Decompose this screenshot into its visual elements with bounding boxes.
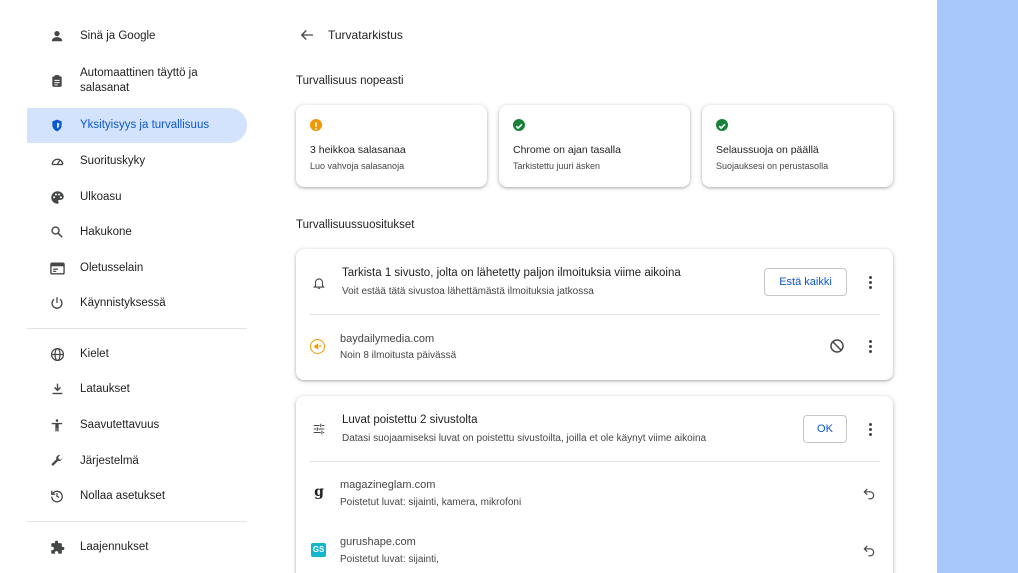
check-circle-icon xyxy=(513,119,525,131)
sidebar-item-autofill-passwords[interactable]: Automaattinen täyttö ja salasanat xyxy=(27,64,247,98)
sidebar-item-label: Sinä ja Google xyxy=(80,29,156,42)
site-detail: Poistetut luvat: sijainti, kamera, mikro… xyxy=(340,497,522,508)
site-detail: Noin 8 ilmoitusta päivässä xyxy=(340,350,457,361)
sidebar-item-label: Nollaa asetukset xyxy=(80,489,166,502)
search-icon xyxy=(49,224,65,240)
card-divider xyxy=(310,314,880,315)
sidebar-divider xyxy=(27,328,247,329)
card-subtitle: Suojauksesi on perustasolla xyxy=(716,161,829,171)
site-name: gurushape.com xyxy=(340,536,416,548)
card-title: Selaussuoja on päällä xyxy=(716,144,819,156)
safe-browsing-card[interactable]: Selaussuoja on päällä Suojauksesi on per… xyxy=(702,105,893,187)
sidebar-item-label: Ulkoasu xyxy=(80,190,122,203)
sidebar-item-label: Kielet xyxy=(80,347,109,360)
back-arrow-icon[interactable] xyxy=(298,26,316,44)
site-favicon: GS xyxy=(311,543,326,557)
power-icon xyxy=(49,295,65,311)
palette-icon xyxy=(49,189,65,205)
notifications-review-card: Tarkista 1 sivusto, jolta on lähetetty p… xyxy=(296,249,893,380)
person-icon xyxy=(49,28,65,44)
sidebar-item-label: Järjestelmä xyxy=(80,454,139,467)
site-name: baydailymedia.com xyxy=(340,333,435,345)
sidebar-item-languages[interactable]: Kielet xyxy=(27,344,247,364)
more-options-icon[interactable] xyxy=(862,274,878,290)
block-icon[interactable] xyxy=(829,338,845,354)
sidebar-item-label: Laajennukset xyxy=(80,540,149,553)
reset-icon xyxy=(49,488,65,504)
sidebar-item-label: Lataukset xyxy=(80,382,130,395)
browser-icon xyxy=(49,260,65,276)
background-panel xyxy=(937,0,1018,573)
site-name: magazineglam.com xyxy=(340,479,436,491)
clipboard-icon xyxy=(49,73,65,89)
sidebar-item-label: Automaattinen täyttö ja salasanat xyxy=(80,67,198,94)
sidebar-item-appearance[interactable]: Ulkoasu xyxy=(27,187,247,207)
more-options-icon[interactable] xyxy=(862,338,878,354)
sidebar-item-label: Yksityisyys ja turvallisuus xyxy=(80,119,210,131)
sidebar-item-label: Suorituskyky xyxy=(80,154,146,167)
sidebar-item-label: Hakukone xyxy=(80,225,132,238)
sidebar-item-system[interactable]: Järjestelmä xyxy=(27,451,247,471)
accessibility-icon xyxy=(49,417,65,433)
bell-icon xyxy=(312,276,326,290)
sidebar-item-you-and-google[interactable]: Sinä ja Google xyxy=(27,26,247,46)
sidebar-item-search-engine[interactable]: Hakukone xyxy=(27,222,247,242)
notifications-review-title: Tarkista 1 sivusto, jolta on lähetetty p… xyxy=(342,267,681,279)
undo-icon[interactable] xyxy=(862,486,878,502)
sidebar-item-label: Saavutettavuus xyxy=(80,418,160,431)
chrome-updated-card[interactable]: Chrome on ajan tasalla Tarkistettu juuri… xyxy=(499,105,690,187)
download-icon xyxy=(49,381,65,397)
card-divider xyxy=(310,461,880,462)
sidebar-divider xyxy=(27,521,247,522)
safety-recommendations-heading: Turvallisuussuositukset xyxy=(296,219,415,231)
ok-button[interactable]: OK xyxy=(803,415,847,443)
card-title: 3 heikkoa salasanaa xyxy=(310,144,406,156)
globe-icon xyxy=(49,346,65,362)
card-subtitle: Luo vahvoja salasanoja xyxy=(310,161,405,171)
sidebar-item-downloads[interactable]: Lataukset xyxy=(27,379,247,399)
revoked-permissions-title: Luvat poistettu 2 sivustolta xyxy=(342,414,478,426)
shield-icon xyxy=(49,118,65,134)
card-subtitle: Tarkistettu juuri äsken xyxy=(513,161,601,171)
revoked-permissions-subtitle: Datasi suojaamiseksi luvat on poistettu … xyxy=(342,433,707,444)
block-all-button[interactable]: Estä kaikki xyxy=(764,268,847,296)
settings-sidebar: Sinä ja Google Automaattinen täyttö ja s… xyxy=(0,0,260,573)
sidebar-item-privacy-security[interactable]: Yksityisyys ja turvallisuus xyxy=(27,108,247,143)
quick-safety-heading: Turvallisuus nopeasti xyxy=(296,75,404,87)
weak-passwords-card[interactable]: 3 heikkoa salasanaa Luo vahvoja salasano… xyxy=(296,105,487,187)
wrench-icon xyxy=(49,453,65,469)
sidebar-item-reset-settings[interactable]: Nollaa asetukset xyxy=(27,486,247,506)
sidebar-item-on-startup[interactable]: Käynnistyksessä xyxy=(27,293,247,313)
sidebar-item-accessibility[interactable]: Saavutettavuus xyxy=(27,415,247,435)
speedometer-icon xyxy=(49,153,65,169)
site-favicon: g xyxy=(314,484,324,500)
sidebar-item-performance[interactable]: Suorituskyky xyxy=(27,151,247,171)
safety-check-page: Turvatarkistus Turvallisuus nopeasti 3 h… xyxy=(260,0,937,573)
sidebar-item-extensions[interactable]: Laajennukset xyxy=(27,537,247,557)
sidebar-item-label: Käynnistyksessä xyxy=(80,296,166,309)
site-favicon xyxy=(310,339,325,354)
puzzle-icon xyxy=(49,539,65,555)
revoked-permissions-card: Luvat poistettu 2 sivustolta Datasi suoj… xyxy=(296,396,893,573)
check-circle-icon xyxy=(716,119,728,131)
undo-icon[interactable] xyxy=(862,543,878,559)
card-title: Chrome on ajan tasalla xyxy=(513,144,621,156)
sidebar-item-default-browser[interactable]: Oletusselain xyxy=(27,258,247,278)
page-title: Turvatarkistus xyxy=(328,28,403,42)
site-detail: Poistetut luvat: sijainti, xyxy=(340,554,439,565)
tune-icon xyxy=(312,422,326,436)
notifications-review-subtitle: Voit estää tätä sivustoa lähettämästä il… xyxy=(342,286,594,297)
warning-icon xyxy=(310,119,322,131)
more-options-icon[interactable] xyxy=(862,421,878,437)
sidebar-item-label: Oletusselain xyxy=(80,261,144,274)
